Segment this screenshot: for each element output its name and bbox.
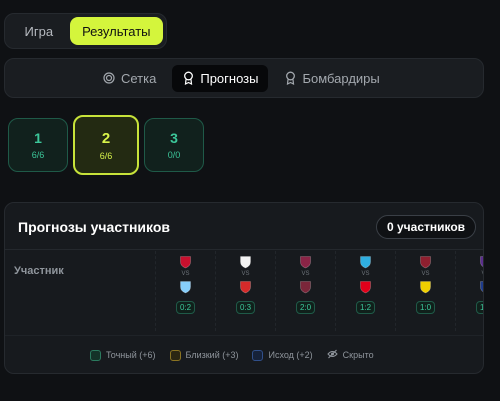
lazio-crest bbox=[179, 280, 193, 294]
tottenham-crest bbox=[239, 255, 253, 269]
legend-item-outcome: Исход (+2) bbox=[252, 349, 313, 361]
match-column: VS 1:2 bbox=[335, 251, 395, 331]
legend-label: Близкий (+3) bbox=[185, 350, 239, 360]
legend: Точный (+6) Близкий (+3) Исход (+2) Скры… bbox=[90, 349, 374, 361]
roma-crest bbox=[419, 255, 433, 269]
marseille-crest bbox=[359, 255, 373, 269]
tab-grid[interactable]: Сетка bbox=[93, 65, 166, 92]
tab-grid-label: Сетка bbox=[121, 70, 157, 86]
section-tabs: Сетка Прогнозы Бомбардиры bbox=[4, 58, 484, 98]
match-score: 1:1 bbox=[475, 301, 483, 314]
inter-crest bbox=[479, 280, 483, 294]
west-ham-crest bbox=[299, 280, 313, 294]
matches-header: VS 0:2 VS 0:3 VS 2:0 VS 1:2 VS 1:0 VS 1:1 bbox=[155, 251, 483, 331]
vs-label: VS bbox=[181, 271, 190, 277]
eye-off-icon bbox=[326, 349, 338, 361]
round-number: 2 bbox=[101, 129, 111, 147]
target-icon bbox=[103, 71, 115, 85]
legend-item-hidden: Скрыто bbox=[326, 349, 374, 361]
vs-label: VS bbox=[481, 271, 483, 278]
round-number: 1 bbox=[34, 130, 42, 146]
bodo-glimt-crest bbox=[239, 280, 253, 294]
divider bbox=[5, 335, 483, 336]
legend-item-exact: Точный (+6) bbox=[90, 349, 156, 361]
round-card-1[interactable]: 1 6/6 bbox=[8, 118, 68, 172]
round-progress: 6/6 bbox=[31, 150, 45, 160]
lecce-crest bbox=[419, 280, 433, 294]
vs-label: VS bbox=[241, 271, 250, 277]
vs-label: VS bbox=[361, 271, 370, 277]
participants-count-badge: 0 участников bbox=[376, 215, 477, 239]
tab-predictions-label: Прогнозы bbox=[200, 70, 259, 86]
award-icon bbox=[284, 71, 296, 85]
legend-swatch-outcome bbox=[252, 349, 264, 361]
legend-label: Исход (+2) bbox=[268, 350, 313, 360]
match-column: VS 0:3 bbox=[215, 251, 275, 331]
round-card-3[interactable]: 3 0/0 bbox=[144, 118, 204, 172]
participant-column-header: Участник bbox=[14, 265, 64, 277]
results-mode-button[interactable]: Результаты bbox=[69, 17, 163, 45]
tab-predictions[interactable]: Прогнозы bbox=[172, 64, 269, 92]
round-number: 3 bbox=[170, 130, 178, 146]
tab-scorers[interactable]: Бомбардиры bbox=[274, 65, 389, 92]
match-column: VS 1:1 bbox=[455, 251, 483, 331]
game-mode-button[interactable]: Игра bbox=[8, 17, 70, 45]
aston-villa-crest bbox=[299, 255, 313, 269]
match-column: VS 1:0 bbox=[395, 251, 455, 331]
legend-item-close: Близкий (+3) bbox=[169, 349, 239, 361]
bologna-crest bbox=[179, 255, 193, 269]
award-icon bbox=[182, 71, 194, 85]
legend-swatch-exact bbox=[90, 349, 101, 361]
lille-crest bbox=[359, 280, 373, 294]
match-score: 0:3 bbox=[235, 301, 256, 314]
legend-label: Точный (+6) bbox=[106, 350, 156, 360]
legend-label: Скрыто bbox=[342, 350, 374, 360]
round-progress: 0/0 bbox=[167, 150, 181, 160]
mode-toggle: Игра Результаты bbox=[4, 13, 167, 49]
legend-swatch-close bbox=[169, 349, 181, 361]
vs-label: VS bbox=[301, 271, 310, 277]
match-score: 1:2 bbox=[355, 301, 376, 314]
vs-label: VS bbox=[421, 271, 430, 277]
match-score: 1:0 bbox=[415, 301, 436, 314]
fiorentina-crest bbox=[479, 255, 483, 269]
round-card-2[interactable]: 2 6/6 bbox=[73, 115, 139, 175]
match-score: 2:0 bbox=[295, 301, 316, 314]
divider bbox=[5, 249, 483, 250]
match-column: VS 2:0 bbox=[275, 251, 335, 331]
predictions-panel: Прогнозы участников 0 участников Участни… bbox=[4, 202, 484, 374]
panel-title: Прогнозы участников bbox=[18, 219, 171, 235]
tab-scorers-label: Бомбардиры bbox=[302, 70, 380, 86]
match-score: 0:2 bbox=[175, 301, 196, 314]
match-column: VS 0:2 bbox=[155, 251, 215, 331]
round-progress: 6/6 bbox=[99, 150, 113, 161]
